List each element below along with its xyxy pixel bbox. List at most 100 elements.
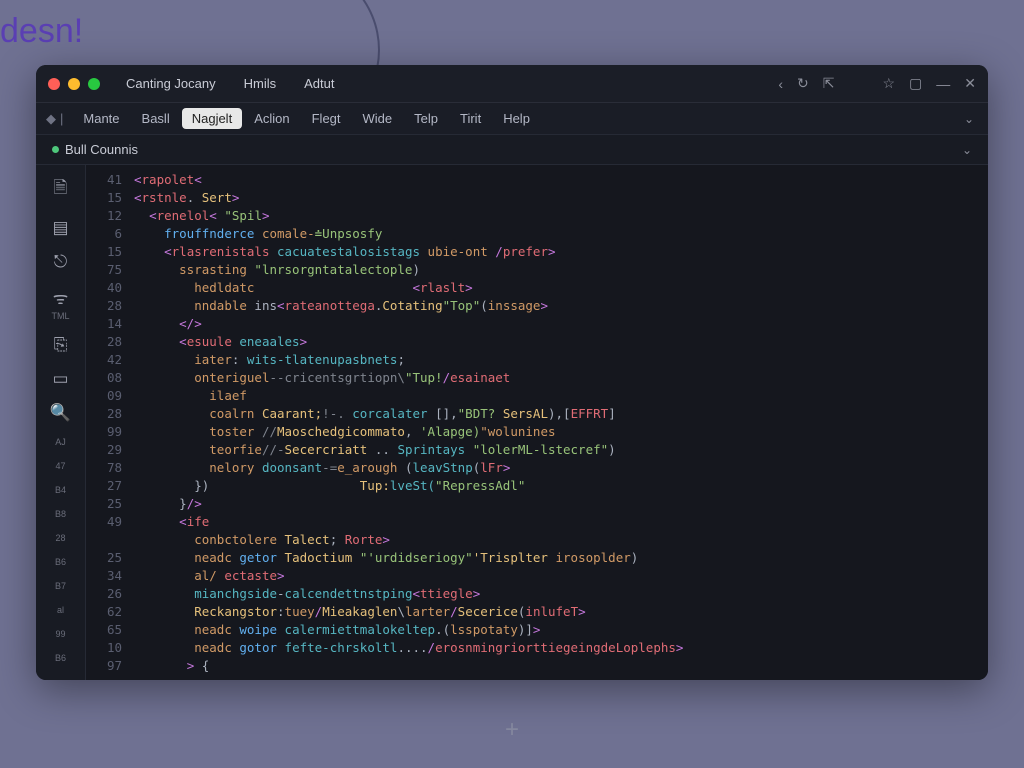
code-line[interactable]: neadc woipe calermiettmalokeltep.(lsspot… [134, 621, 980, 639]
code-line[interactable]: > { [134, 657, 980, 675]
title-tab-2[interactable]: Adtut [294, 72, 344, 95]
line-number: 6 [90, 225, 122, 243]
activity-item-14[interactable]: al [57, 605, 64, 615]
activity-item-13[interactable]: B7 [55, 581, 66, 591]
activity-icon-4: ⎘ [54, 335, 68, 355]
minimize-window-button[interactable] [68, 78, 80, 90]
code-line[interactable]: <rlasrenistals cacuatestalosistags ubie-… [134, 243, 980, 261]
line-number: 27 [90, 477, 122, 495]
activity-label-13: B7 [55, 581, 66, 591]
code-line[interactable]: <renelol< "Spil> [134, 207, 980, 225]
code-line[interactable]: </> [134, 315, 980, 333]
code-line[interactable]: iater: wits-tlatenupasbnets; [134, 351, 980, 369]
line-number: 34 [90, 567, 122, 585]
line-number: 25 [90, 495, 122, 513]
menu-item-nagjelt[interactable]: Nagjelt [182, 108, 242, 129]
activity-icon-1: ▤ [52, 218, 68, 238]
code-line[interactable]: }/> [134, 495, 980, 513]
code-line[interactable]: nndable ins<rateanottega.Cotating"Top"(i… [134, 297, 980, 315]
menu-item-tirit[interactable]: Tirit [450, 108, 491, 129]
activity-item-12[interactable]: B6 [55, 557, 66, 567]
activity-item-4[interactable]: ⎘ [54, 335, 68, 355]
file-tab-label: Bull Counnis [65, 142, 138, 157]
menu-item-mante[interactable]: Mante [73, 108, 129, 129]
titlebar: Canting Jocany Hmils Adtut ‹ ↻ ⇱ ☆ ▢ — ✕ [36, 65, 988, 103]
activity-item-2[interactable]: ⎋ [54, 252, 67, 272]
code-line[interactable]: mianchgside-calcendettnstping<ttiegle> [134, 585, 980, 603]
line-number: 29 [90, 441, 122, 459]
activity-item-11[interactable]: 28 [55, 533, 65, 543]
add-icon[interactable]: + [505, 716, 519, 744]
code-line[interactable]: hedldatc <rlaslt> [134, 279, 980, 297]
title-tab-0[interactable]: Canting Jocany [116, 72, 226, 95]
line-number: 42 [90, 351, 122, 369]
panel-icon[interactable]: ▢ [909, 75, 922, 92]
activity-item-10[interactable]: B8 [55, 509, 66, 519]
line-number: 49 [90, 513, 122, 531]
line-number: 28 [90, 297, 122, 315]
file-tab[interactable]: Bull Counnis [42, 138, 148, 161]
line-number: 75 [90, 261, 122, 279]
code-line[interactable]: neadc gotor fefte-chrskoltl..../erosnmin… [134, 639, 980, 657]
activity-item-3[interactable]: ᯤTML [52, 286, 70, 321]
minimize-icon[interactable]: — [936, 76, 950, 92]
activity-item-8[interactable]: 47 [55, 461, 65, 471]
code-line[interactable]: <esuule eneaales> [134, 333, 980, 351]
line-number: 78 [90, 459, 122, 477]
star-icon[interactable]: ☆ [882, 75, 895, 92]
menu-item-telp[interactable]: Telp [404, 108, 448, 129]
nav-back-icon[interactable]: ‹ [778, 76, 783, 92]
menu-item-wide[interactable]: Wide [353, 108, 403, 129]
code-line[interactable]: coalrn Caarant;!-. corcalater [],"BDT? S… [134, 405, 980, 423]
activity-icon-5: ▭ [52, 369, 68, 389]
line-number: 41 [90, 171, 122, 189]
code-area[interactable]: <rapolet<<rstnle. Sert> <renelol< "Spil>… [132, 165, 988, 680]
modified-indicator-icon [52, 146, 59, 153]
line-number: 26 [90, 585, 122, 603]
code-line[interactable]: Reckangstor:tuey/Mieakaglen\larter/Secer… [134, 603, 980, 621]
code-line[interactable]: frouffnderce comale-≐Unpsosfy [134, 225, 980, 243]
code-line[interactable]: <ife [134, 513, 980, 531]
line-number: 28 [90, 405, 122, 423]
gutter: 411512615754028142842080928992978272549 … [86, 165, 132, 680]
menubar-chevron-icon[interactable]: ⌄ [964, 112, 978, 126]
close-icon[interactable]: ✕ [964, 75, 976, 92]
code-line[interactable]: ilaef [134, 387, 980, 405]
tabbar-chevron-icon[interactable]: ⌄ [962, 143, 982, 157]
menu-item-basll[interactable]: Basll [132, 108, 180, 129]
code-line[interactable]: toster //Maoschedgicommato, 'Alapge)"wol… [134, 423, 980, 441]
activity-item-16[interactable]: B6 [55, 653, 66, 663]
activity-item-15[interactable]: 99 [55, 629, 65, 639]
code-line[interactable]: teorfie//-Secercriatt .. Sprintays "lole… [134, 441, 980, 459]
body-area: 🗎▤⎋ᯤTML⎘▭🔍AJ47B4B828B6B7al99B6 411512615… [36, 165, 988, 680]
code-line[interactable]: ssrasting "lnrsorgntatalectople) [134, 261, 980, 279]
title-tab-1[interactable]: Hmils [234, 72, 287, 95]
tabbar: Bull Counnis ⌄ [36, 135, 988, 165]
code-line[interactable]: <rapolet< [134, 171, 980, 189]
code-line[interactable]: onteriguel--cricentsgrtiopn\"Tup!/esaina… [134, 369, 980, 387]
menu-item-flegt[interactable]: Flegt [302, 108, 351, 129]
activity-item-9[interactable]: B4 [55, 485, 66, 495]
menu-item-aclion[interactable]: Aclion [244, 108, 299, 129]
code-line[interactable]: al/ ectaste> [134, 567, 980, 585]
activity-item-6[interactable]: 🔍 [50, 403, 71, 423]
activity-label-14: al [57, 605, 64, 615]
line-number: 09 [90, 387, 122, 405]
background-text: desn! [0, 12, 83, 51]
activity-item-5[interactable]: ▭ [52, 369, 68, 389]
nav-reload-icon[interactable]: ↻ [797, 75, 809, 92]
code-line[interactable]: conbctolere Talect; Rorte> [134, 531, 980, 549]
activity-item-7[interactable]: AJ [55, 437, 66, 447]
maximize-window-button[interactable] [88, 78, 100, 90]
close-window-button[interactable] [48, 78, 60, 90]
menubar: ◆ | ManteBasllNagjeltAclionFlegtWideTelp… [36, 103, 988, 135]
activity-item-1[interactable]: ▤ [52, 218, 68, 238]
code-line[interactable]: }) Tup:lveSt("RepressAdl" [134, 477, 980, 495]
code-line[interactable]: <rstnle. Sert> [134, 189, 980, 207]
menu-item-help[interactable]: Help [493, 108, 540, 129]
code-line[interactable]: neadc getor Tadoctium "'urdidseriogy"'Tr… [134, 549, 980, 567]
activity-icon-0: 🗎 [54, 175, 68, 204]
activity-item-0[interactable]: 🗎 [54, 175, 68, 204]
nav-forward-icon[interactable]: ⇱ [823, 75, 835, 92]
code-line[interactable]: nelory doonsant-=e_arough (leavStnp(lFr> [134, 459, 980, 477]
